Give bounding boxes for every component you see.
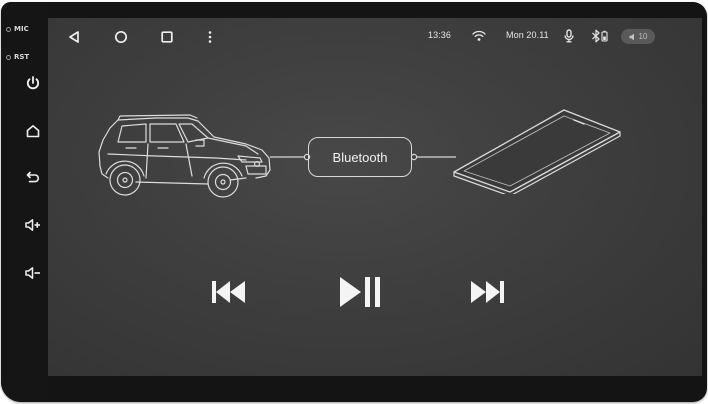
reset-button[interactable]: RST	[6, 53, 29, 61]
mic-label: MIC	[14, 25, 29, 33]
home-icon	[26, 125, 40, 138]
back-hardware-button[interactable]	[18, 164, 48, 190]
volume-down-button[interactable]	[18, 260, 48, 286]
previous-track-icon	[212, 281, 245, 303]
wifi-icon	[472, 30, 486, 41]
back-triangle-icon	[69, 31, 79, 43]
bluetooth-label-box: Bluetooth	[308, 137, 412, 177]
hardware-side-panel	[1, 2, 49, 402]
home-hardware-button[interactable]	[18, 118, 48, 144]
home-circle-icon	[114, 30, 128, 44]
bluetooth-label: Bluetooth	[332, 149, 388, 165]
car-illustration	[98, 114, 271, 198]
rst-label: RST	[14, 53, 30, 61]
back-icon	[26, 171, 40, 183]
volume-level-pill[interactable]: 10	[621, 29, 655, 44]
power-icon	[26, 76, 40, 90]
microphone-icon	[564, 29, 574, 43]
previous-track-button[interactable]	[206, 276, 250, 308]
status-bar: 13:36 Mon 20.11 10	[48, 18, 702, 56]
clock-time: 13:36	[428, 30, 452, 40]
volume-up-icon	[25, 219, 40, 231]
play-pause-button[interactable]	[336, 274, 386, 310]
volume-icon	[629, 33, 634, 40]
nav-back-button[interactable]	[65, 28, 83, 46]
mic-hole-icon	[6, 26, 11, 32]
nav-recents-button[interactable]	[158, 28, 176, 46]
date-text: Mon 20.11	[506, 30, 549, 40]
nav-more-button[interactable]	[201, 28, 219, 46]
bluetooth-icon	[592, 29, 608, 43]
mic-indicator: MIC	[6, 25, 29, 33]
volume-up-button[interactable]	[18, 212, 48, 238]
display-screen: 13:36 Mon 20.11 10 Bluetooth	[48, 18, 702, 376]
power-button[interactable]	[18, 70, 48, 96]
volume-down-icon	[25, 267, 40, 279]
next-track-button[interactable]	[466, 276, 510, 308]
play-pause-icon	[340, 277, 380, 307]
more-vert-icon	[208, 31, 212, 43]
volume-level-text: 10	[638, 32, 648, 41]
next-track-icon	[471, 281, 504, 303]
recents-square-icon	[161, 31, 173, 43]
phone-illustration	[453, 109, 621, 194]
reset-hole-icon	[6, 54, 11, 60]
nav-home-button[interactable]	[112, 28, 130, 46]
